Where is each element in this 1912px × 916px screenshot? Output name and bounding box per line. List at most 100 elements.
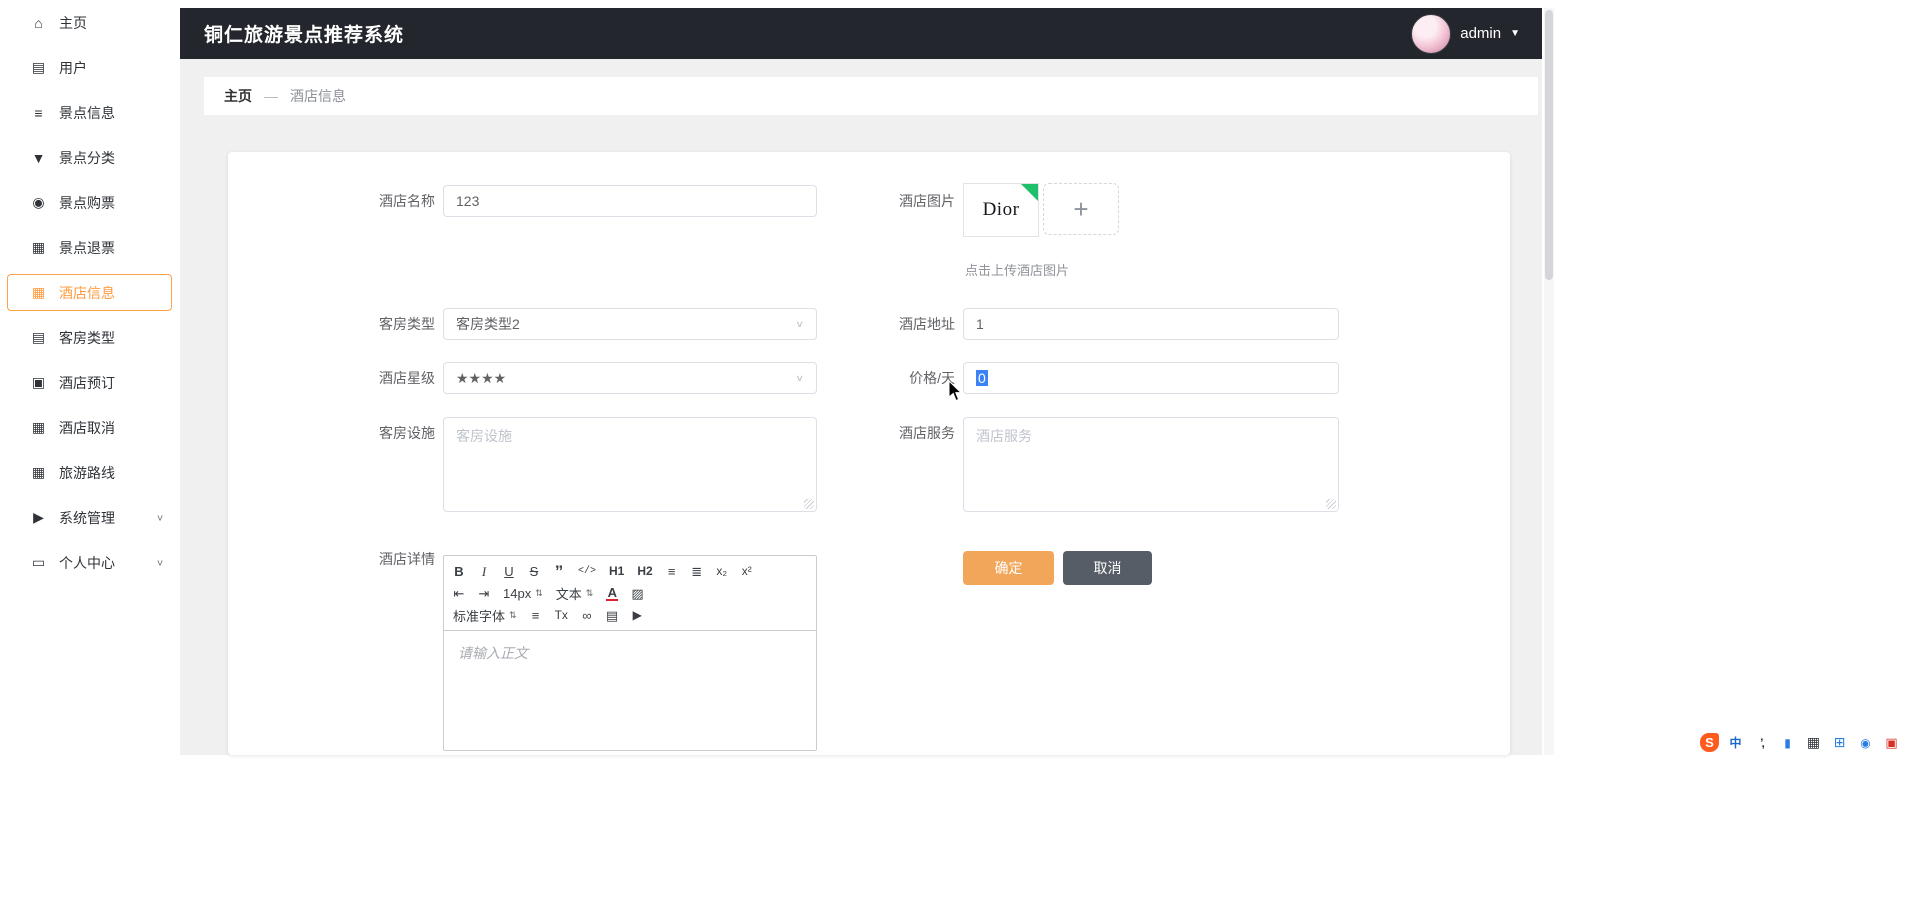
service-placeholder: 酒店服务 <box>976 428 1032 444</box>
hotel-star-value: ★★★★ <box>456 370 506 387</box>
italic-icon[interactable]: I <box>478 563 490 580</box>
document-icon: ▤ <box>30 329 47 346</box>
chinese-mode-icon[interactable]: 中 <box>1726 733 1745 752</box>
clear-format-icon[interactable]: Tx <box>555 607 568 624</box>
editor-toolbar: B I U S ” </> H1 H2 ≡ ≣ x₂ x² ⇤ <box>444 556 816 631</box>
avatar <box>1411 14 1451 54</box>
toolbar-row-2: ⇤ ⇥ 14px ⇅ 文本 ⇅ A ▨ <box>453 584 807 603</box>
editor-placeholder: 请输入正文 <box>458 645 528 661</box>
updown-icon: ⇅ <box>586 588 594 599</box>
indent-icon[interactable]: ⇥ <box>478 585 490 602</box>
sidebar-item-attraction-info[interactable]: ≡ 景点信息 <box>0 90 180 135</box>
sidebar-item-hotel-booking[interactable]: ▣ 酒店预订 <box>0 360 180 405</box>
chevron-down-icon: ∨ <box>156 557 164 567</box>
heading2-icon[interactable]: H2 <box>637 563 652 580</box>
sidebar-item-home[interactable]: ⌂ 主页 <box>0 0 180 45</box>
superscript-icon[interactable]: x² <box>741 563 753 580</box>
image-icon[interactable]: ▤ <box>606 607 618 624</box>
sidebar-item-room-type[interactable]: ▤ 客房类型 <box>0 315 180 360</box>
ime-toolbar: S 中 ’, ▮ ▦ ⊞ ◉ ▣ <box>1700 733 1901 752</box>
list-icon: ≡ <box>30 105 47 121</box>
user-menu[interactable]: admin ▼ <box>1411 8 1520 59</box>
room-type-select[interactable]: 客房类型2 ∨ <box>443 308 817 340</box>
sidebar-item-personal-center[interactable]: ▭ 个人中心 ∨ <box>0 540 180 585</box>
outdent-icon[interactable]: ⇤ <box>453 585 465 602</box>
sidebar-item-label: 景点退票 <box>59 238 115 258</box>
resize-grip-icon[interactable] <box>804 499 814 509</box>
font-family-select[interactable]: 标准字体 ⇅ <box>453 606 517 625</box>
send-icon: ▶ <box>30 509 47 526</box>
confirm-button[interactable]: 确定 <box>963 551 1054 585</box>
toolbar-row-1: B I U S ” </> H1 H2 ≡ ≣ x₂ x² <box>453 562 807 581</box>
rich-text-editor: B I U S ” </> H1 H2 ≡ ≣ x₂ x² ⇤ <box>443 555 817 751</box>
main-content: 主页 — 酒店信息 酒店名称 酒店图片 Dior + 点击上传酒店图片 客房类型… <box>180 59 1542 755</box>
plus-icon: + <box>1073 194 1088 225</box>
bullet-list-icon[interactable]: ≣ <box>691 563 703 580</box>
sidebar-item-label: 旅游路线 <box>59 463 115 483</box>
sidebar-item-label: 系统管理 <box>59 508 115 528</box>
sidebar-item-attraction-ticket[interactable]: ◉ 景点购票 <box>0 180 180 225</box>
sidebar-item-system-management[interactable]: ▶ 系统管理 ∨ <box>0 495 180 540</box>
text-color-icon[interactable]: A <box>606 587 618 601</box>
keyboard-icon[interactable]: ▦ <box>1804 733 1823 752</box>
facilities-textarea[interactable]: 客房设施 <box>443 417 817 512</box>
hotel-star-label: 酒店星级 <box>285 362 435 394</box>
skin-icon[interactable]: ◉ <box>1856 733 1875 752</box>
filter-icon: ▼ <box>30 150 47 166</box>
hotel-image-thumbnail[interactable]: Dior <box>963 183 1039 237</box>
punctuation-icon[interactable]: ’, <box>1752 733 1771 752</box>
chevron-down-icon: ∨ <box>156 512 164 522</box>
hotel-name-input[interactable] <box>443 185 817 217</box>
printer-icon: ▣ <box>30 374 47 391</box>
username: admin <box>1460 25 1501 42</box>
price-input[interactable]: 0 <box>963 362 1339 394</box>
editor-content-area[interactable]: 请输入正文 <box>444 631 816 755</box>
ordered-list-icon[interactable]: ≡ <box>666 563 678 580</box>
toolbox-icon[interactable]: ⊞ <box>1830 733 1849 752</box>
text-style-value: 文本 <box>556 584 582 603</box>
hotel-address-input[interactable] <box>963 308 1339 340</box>
scrollbar-thumb[interactable] <box>1545 10 1553 280</box>
align-icon[interactable]: ≡ <box>530 607 542 624</box>
resize-grip-icon[interactable] <box>1326 499 1336 509</box>
highlight-color-icon[interactable]: ▨ <box>631 585 643 602</box>
underline-icon[interactable]: U <box>503 563 515 580</box>
strikethrough-icon[interactable]: S <box>528 563 540 580</box>
bold-icon[interactable]: B <box>453 563 465 580</box>
breadcrumb-home[interactable]: 主页 <box>224 86 252 106</box>
price-label: 价格/天 <box>805 362 955 394</box>
mic-icon[interactable]: ▮ <box>1778 733 1797 752</box>
video-icon[interactable]: ▶ <box>631 607 643 624</box>
blockquote-icon[interactable]: ” <box>553 567 565 577</box>
page-title: 铜仁旅游景点推荐系统 <box>204 20 404 47</box>
subscript-icon[interactable]: x₂ <box>716 563 728 580</box>
code-block-icon[interactable]: </> <box>578 563 596 580</box>
green-corner-icon <box>1021 184 1038 201</box>
text-style-select[interactable]: 文本 ⇅ <box>556 584 594 603</box>
detail-label: 酒店详情 <box>285 543 435 575</box>
heading1-icon[interactable]: H1 <box>609 563 624 580</box>
sidebar-item-label: 景点购票 <box>59 193 115 213</box>
font-size-select[interactable]: 14px ⇅ <box>503 586 543 601</box>
hotel-star-select[interactable]: ★★★★ ∨ <box>443 362 817 394</box>
breadcrumb-separator: — <box>264 88 278 104</box>
chevron-down-icon: ∨ <box>795 319 804 330</box>
upload-hint: 点击上传酒店图片 <box>965 260 1069 279</box>
more-tools-icon[interactable]: ▣ <box>1882 733 1901 752</box>
updown-icon: ⇅ <box>509 610 517 621</box>
app-header: 铜仁旅游景点推荐系统 admin ▼ <box>180 8 1542 59</box>
sidebar-item-hotel-info[interactable]: ▦ 酒店信息 <box>0 270 180 315</box>
sidebar-item-attraction-category[interactable]: ▼ 景点分类 <box>0 135 180 180</box>
sidebar-item-users[interactable]: ▤ 用户 <box>0 45 180 90</box>
home-icon: ⌂ <box>30 15 47 31</box>
sogou-icon[interactable]: S <box>1700 733 1719 752</box>
facilities-placeholder: 客房设施 <box>456 428 512 444</box>
desktop: ⌂ 主页 ▤ 用户 ≡ 景点信息 ▼ 景点分类 ◉ 景点购票 ▦ 景点退票 ▦ … <box>0 0 1912 916</box>
sidebar-item-hotel-cancel[interactable]: ▦ 酒店取消 <box>0 405 180 450</box>
sidebar-item-travel-route[interactable]: ▦ 旅游路线 <box>0 450 180 495</box>
link-icon[interactable]: ∞ <box>581 607 593 624</box>
sidebar-item-attraction-refund[interactable]: ▦ 景点退票 <box>0 225 180 270</box>
cancel-button[interactable]: 取消 <box>1063 551 1152 585</box>
upload-image-button[interactable]: + <box>1043 183 1119 235</box>
service-textarea[interactable]: 酒店服务 <box>963 417 1339 512</box>
